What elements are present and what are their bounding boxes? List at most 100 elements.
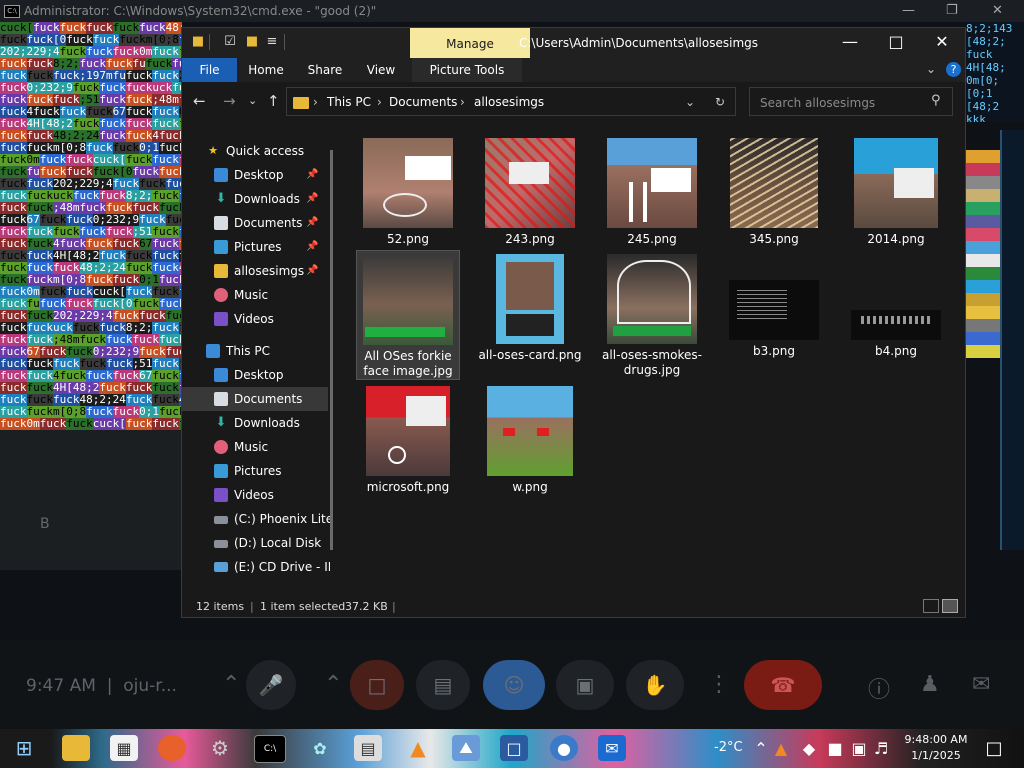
emoji-button[interactable]: ☺ (483, 660, 545, 710)
file-item[interactable]: 345.png (722, 134, 826, 247)
recent-locations-icon[interactable]: ⌄ (248, 94, 257, 107)
manage-tab[interactable]: Manage (410, 28, 530, 58)
tray-app-icon[interactable]: ■ (826, 735, 844, 761)
photos-taskbar-icon[interactable]: ⛰ (452, 735, 480, 761)
nav-drive-e[interactable]: (E:) CD Drive - IR (182, 555, 330, 579)
pin-icon[interactable]: 📌 (306, 187, 318, 211)
settings-gear-icon[interactable]: ⚙ (206, 735, 234, 761)
people-icon[interactable]: ♟ (920, 672, 940, 697)
system-clock[interactable]: 9:48:00 AM 1/1/2025 (896, 732, 976, 764)
network-icon[interactable]: ▣ (850, 735, 868, 761)
store-taskbar-icon[interactable]: ▦ (110, 735, 138, 761)
file-item[interactable]: b4.png (844, 250, 948, 359)
nav-drive-c[interactable]: (C:) Phoenix Lite (182, 507, 330, 531)
cmd-title-bar[interactable]: C:\ Administrator: C:\Windows\System32\c… (0, 0, 1024, 22)
expand-ribbon-icon[interactable]: ⌄ (926, 62, 936, 76)
pin-icon[interactable]: 📌 (306, 163, 318, 187)
search-icon[interactable]: ⚲ (931, 93, 941, 108)
nav-pc-downloads[interactable]: ⬇ Downloads (182, 411, 328, 435)
back-arrow-icon[interactable]: ← (193, 92, 206, 110)
camera-off-button[interactable]: □ (350, 660, 404, 710)
nav-quick-music[interactable]: Music (182, 283, 328, 307)
search-box[interactable]: ⚲ (749, 87, 953, 117)
explorer-title-bar[interactable]: ■ ☑ ■ ≡ Manage C:\Users\Admin\Documents\… (182, 28, 965, 58)
tab-share[interactable]: Share (302, 58, 348, 82)
file-item[interactable]: 245.png (600, 134, 704, 247)
tab-picture-tools[interactable]: Picture Tools (412, 58, 522, 82)
pin-icon[interactable]: 📌 (306, 235, 318, 259)
forward-arrow-icon[interactable]: → (223, 92, 236, 110)
file-item[interactable]: 52.png (356, 134, 460, 247)
file-item[interactable]: all-oses-card.png (478, 250, 582, 363)
close-icon[interactable]: ✕ (919, 28, 965, 58)
tab-file[interactable]: File (182, 58, 237, 82)
cmd-close-icon[interactable]: ✕ (992, 0, 1003, 22)
chevron-up-icon[interactable]: ⌃ (324, 672, 342, 697)
file-item[interactable]: microsoft.png (356, 382, 460, 495)
show-hidden-icons-icon[interactable]: ⌃ (752, 735, 770, 761)
search-input[interactable] (750, 88, 932, 117)
maximize-icon[interactable]: □ (873, 28, 919, 58)
paint-taskbar-icon[interactable]: ✿ (306, 735, 334, 761)
breadcrumb-documents[interactable]: Documents (389, 88, 457, 116)
chevron-up-icon[interactable]: ⌃ (222, 672, 240, 697)
nav-quick-allosesimgs[interactable]: allosesimgs 📌 (182, 259, 328, 283)
properties-icon[interactable]: ☑ (222, 35, 238, 49)
address-bar[interactable]: › This PC › Documents › allosesimgs ⌄ ↻ (286, 87, 736, 116)
virtualbox-taskbar-icon[interactable]: □ (500, 735, 528, 761)
windows-start-icon[interactable]: ⊞ (10, 735, 38, 761)
customize-toolbar-icon[interactable]: ≡ (264, 35, 280, 49)
outlook-taskbar-icon[interactable]: ✉ (598, 735, 626, 761)
pin-icon[interactable]: 📌 (306, 211, 318, 235)
file-item[interactable]: 2014.png (844, 134, 948, 247)
microphone-button[interactable]: 🎤 (246, 660, 296, 710)
tray-app-icon[interactable]: ◆ (800, 735, 818, 761)
vlc-taskbar-icon[interactable]: ▲ (404, 735, 432, 761)
tab-view[interactable]: View (360, 58, 402, 82)
tab-home[interactable]: Home (244, 58, 288, 82)
nav-pc-music[interactable]: Music (182, 435, 328, 459)
file-item[interactable]: b3.png (722, 250, 826, 359)
large-icons-view-icon[interactable] (942, 599, 958, 613)
nav-drive-d[interactable]: (D:) Local Disk (182, 531, 328, 555)
nav-quick-pictures[interactable]: Pictures 📌 (182, 235, 328, 259)
pin-icon[interactable]: 📌 (306, 259, 318, 283)
volume-icon[interactable]: ♬ (872, 735, 890, 761)
file-item[interactable]: All OSes forkie face image.jpg (356, 250, 460, 380)
cmd-maximize-icon[interactable]: ❐ (946, 0, 958, 22)
nav-quick-access[interactable]: ★ Quick access (182, 139, 328, 163)
vlc-tray-icon[interactable]: ▲ (772, 735, 790, 761)
nav-pc-videos[interactable]: Videos (182, 483, 328, 507)
globe-taskbar-icon[interactable]: ● (550, 735, 578, 761)
nav-quick-downloads[interactable]: ⬇ Downloads 📌 (182, 187, 328, 211)
details-view-icon[interactable] (923, 599, 939, 613)
present-button[interactable]: ▣ (556, 660, 614, 710)
nav-quick-desktop[interactable]: Desktop 📌 (182, 163, 328, 187)
new-folder-icon[interactable]: ■ (244, 35, 260, 49)
firefox-taskbar-icon[interactable] (158, 735, 186, 761)
notepad-taskbar-icon[interactable]: ▤ (354, 735, 382, 761)
nav-pc-documents[interactable]: Documents (182, 387, 328, 411)
refresh-icon[interactable]: ↻ (715, 88, 725, 116)
nav-quick-videos[interactable]: Videos (182, 307, 328, 331)
breadcrumb-this-pc[interactable]: This PC (327, 88, 371, 116)
cmd-minimize-icon[interactable]: — (902, 0, 915, 22)
notifications-icon[interactable]: □ (980, 735, 1008, 761)
file-item[interactable]: w.png (478, 382, 582, 495)
nav-quick-documents[interactable]: Documents 📌 (182, 211, 328, 235)
nav-pc-desktop[interactable]: Desktop (182, 363, 328, 387)
file-item[interactable]: 243.png (478, 134, 582, 247)
captions-button[interactable]: ▤ (416, 660, 470, 710)
address-dropdown-icon[interactable]: ⌄ (685, 88, 695, 116)
more-options-icon[interactable]: ⋮ (708, 672, 730, 697)
file-explorer-taskbar-icon[interactable] (62, 735, 90, 761)
info-icon[interactable]: ⓘ (868, 672, 890, 704)
nav-scrollbar-thumb[interactable] (330, 150, 333, 550)
nav-scrollbar[interactable] (330, 140, 333, 620)
minimize-icon[interactable]: — (827, 28, 873, 58)
nav-pc-pictures[interactable]: Pictures (182, 459, 328, 483)
file-item[interactable]: all-oses-smokes-drugs.jpg (600, 250, 704, 378)
end-call-button[interactable]: ☎ (744, 660, 822, 710)
weather-temperature[interactable]: -2°C (714, 740, 743, 755)
nav-this-pc[interactable]: This PC (182, 339, 328, 363)
